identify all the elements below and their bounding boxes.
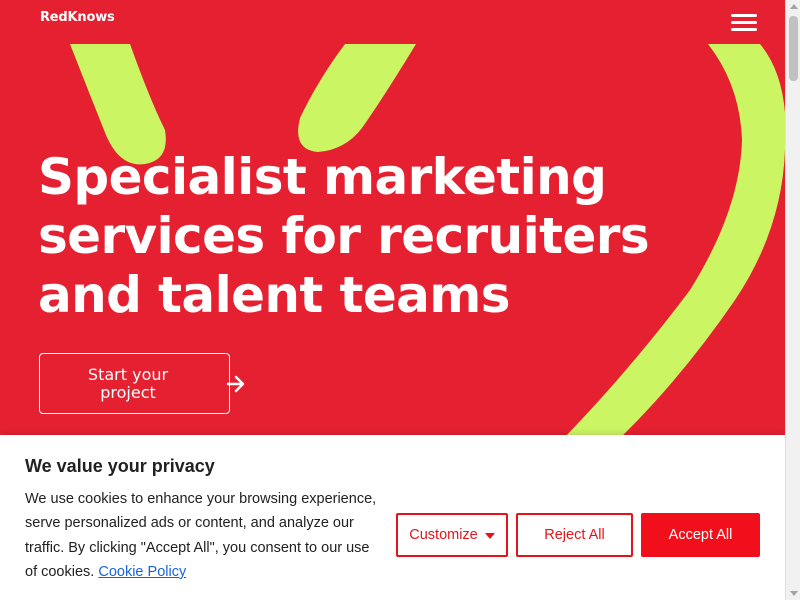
hero-section: RedKnows Specialist marketing services f…	[0, 0, 785, 600]
cookie-policy-link[interactable]: Cookie Policy	[98, 564, 186, 580]
scrollbar-thumb[interactable]	[789, 16, 798, 81]
reject-all-label: Reject All	[544, 527, 605, 543]
hero-title-line: services for recruiters	[38, 207, 650, 265]
caret-down-icon	[484, 533, 495, 539]
start-project-button[interactable]: Start your project	[39, 353, 245, 414]
accept-all-button[interactable]: Accept All	[641, 513, 760, 557]
vertical-scrollbar[interactable]	[785, 0, 800, 600]
cookie-banner-text: We use cookies to enhance your browsing …	[25, 487, 385, 584]
hero-title-line: and talent teams	[38, 266, 511, 324]
site-header: RedKnows	[0, 0, 785, 44]
cookie-consent-banner: We value your privacy We use cookies to …	[0, 435, 785, 600]
reject-all-button[interactable]: Reject All	[516, 513, 633, 557]
hero-title: Specialist marketing services for recrui…	[38, 148, 718, 325]
customize-label: Customize	[409, 527, 478, 543]
hamburger-menu-icon[interactable]	[729, 12, 759, 34]
arrow-right-icon	[226, 375, 245, 393]
customize-button[interactable]: Customize	[396, 513, 508, 557]
hero-title-line: Specialist marketing	[38, 148, 607, 206]
scroll-down-arrow-icon[interactable]	[790, 591, 798, 596]
cookie-banner-body: We use cookies to enhance your browsing …	[25, 491, 377, 580]
accept-all-label: Accept All	[668, 527, 733, 543]
scroll-up-arrow-icon[interactable]	[790, 4, 798, 9]
site-logo[interactable]: RedKnows	[40, 10, 115, 25]
start-project-label: Start your project	[87, 364, 169, 402]
cookie-banner-title: We value your privacy	[25, 456, 215, 476]
